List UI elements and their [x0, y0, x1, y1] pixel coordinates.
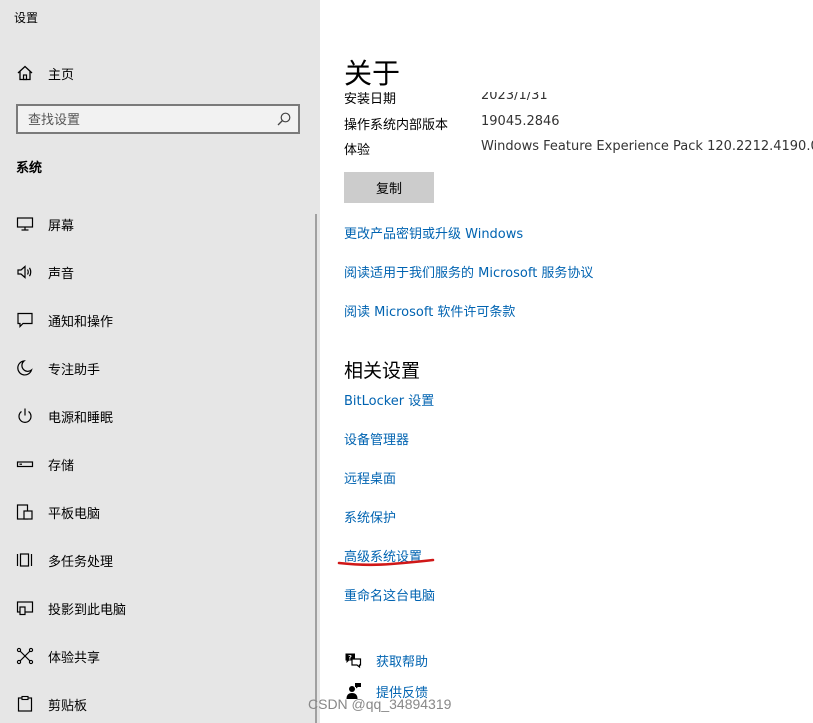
sidebar-item-label: 平板电脑: [48, 507, 101, 522]
home-icon: [17, 65, 33, 81]
storage-icon: [16, 461, 34, 468]
spec-value: Windows Feature Experience Pack 120.2212…: [481, 139, 813, 154]
section-title: 系统: [16, 161, 43, 176]
home-link[interactable]: 主页: [0, 58, 320, 88]
copy-button[interactable]: 复制: [344, 172, 434, 203]
spec-value: 2023/1/31: [481, 92, 548, 103]
share-icon: [16, 647, 34, 665]
link-system-protection[interactable]: 系统保护: [344, 507, 396, 526]
search-icon[interactable]: [276, 111, 292, 127]
link-device-manager[interactable]: 设备管理器: [344, 429, 409, 448]
sidebar-item-power[interactable]: 电源和睡眠: [0, 396, 320, 436]
sidebar-item-storage[interactable]: 存储: [0, 444, 320, 484]
moon-icon: [17, 360, 33, 376]
spec-value: 19045.2846: [481, 114, 560, 129]
help-chat-icon: ?: [345, 653, 362, 669]
tablet-icon: [16, 504, 33, 520]
power-icon: [18, 408, 32, 423]
get-help-label: 获取帮助: [376, 655, 429, 670]
sidebar-item-clipboard[interactable]: 剪贴板: [0, 684, 320, 723]
link-bitlocker-settings[interactable]: BitLocker 设置: [344, 390, 434, 409]
sidebar-item-label: 声音: [48, 267, 75, 282]
search-input[interactable]: [18, 106, 280, 134]
sidebar-scrollbar[interactable]: [315, 214, 317, 723]
svg-text:?: ?: [348, 653, 352, 661]
sidebar-item-sound[interactable]: 声音: [0, 252, 320, 292]
sidebar-item-shared-experiences[interactable]: 体验共享: [0, 636, 320, 676]
link-service-agreement[interactable]: 阅读适用于我们服务的 Microsoft 服务协议: [344, 262, 593, 281]
main-content: 安装日期 2023/1/31 操作系统内部版本 19045.2846 体验 Wi…: [320, 0, 813, 723]
app-title: 设置: [14, 11, 39, 25]
sidebar-item-label: 专注助手: [48, 363, 101, 378]
speaker-icon: [17, 265, 32, 279]
scroll-area: 安装日期 2023/1/31 操作系统内部版本 19045.2846 体验 Wi…: [320, 92, 813, 712]
sidebar-item-project[interactable]: 投影到此电脑: [0, 588, 320, 628]
sidebar: 设置 主页 系统 屏幕: [0, 0, 320, 723]
link-change-product-key[interactable]: 更改产品密钥或升级 Windows: [344, 223, 523, 242]
settings-window: 设置 主页 系统 屏幕: [0, 0, 813, 723]
spec-key: 操作系统内部版本: [344, 118, 449, 133]
project-icon: [16, 601, 34, 616]
link-rename-pc[interactable]: 重命名这台电脑: [344, 585, 435, 604]
related-settings-title: 相关设置: [344, 360, 421, 382]
home-label: 主页: [48, 68, 75, 83]
link-license-terms[interactable]: 阅读 Microsoft 软件许可条款: [344, 301, 515, 320]
sidebar-item-notifications[interactable]: 通知和操作: [0, 300, 320, 340]
red-underline-annotation: [337, 558, 435, 567]
spec-key: 安装日期: [344, 92, 397, 107]
sidebar-item-tablet[interactable]: 平板电脑: [0, 492, 320, 532]
page-title: 关于: [344, 52, 441, 92]
sidebar-item-display[interactable]: 屏幕: [0, 204, 320, 244]
sidebar-item-focus-assist[interactable]: 专注助手: [0, 348, 320, 388]
sidebar-item-label: 电源和睡眠: [48, 411, 114, 426]
sidebar-item-label: 通知和操作: [48, 315, 114, 330]
notification-icon: [17, 312, 33, 328]
watermark: CSDN @qq_34894319: [308, 696, 452, 712]
sidebar-item-label: 存储: [48, 459, 75, 474]
sidebar-item-label: 体验共享: [48, 651, 101, 666]
sidebar-item-multitasking[interactable]: 多任务处理: [0, 540, 320, 580]
search-box[interactable]: [16, 104, 300, 134]
sidebar-item-label: 投影到此电脑: [48, 603, 127, 618]
sidebar-item-label: 多任务处理: [48, 555, 114, 570]
sidebar-item-label: 剪贴板: [48, 699, 88, 714]
multitask-icon: [16, 553, 33, 567]
clipboard-icon: [17, 695, 33, 712]
spec-key: 体验: [344, 143, 371, 158]
link-remote-desktop[interactable]: 远程桌面: [344, 468, 396, 487]
monitor-icon: [16, 217, 34, 231]
sidebar-item-label: 屏幕: [48, 219, 75, 234]
